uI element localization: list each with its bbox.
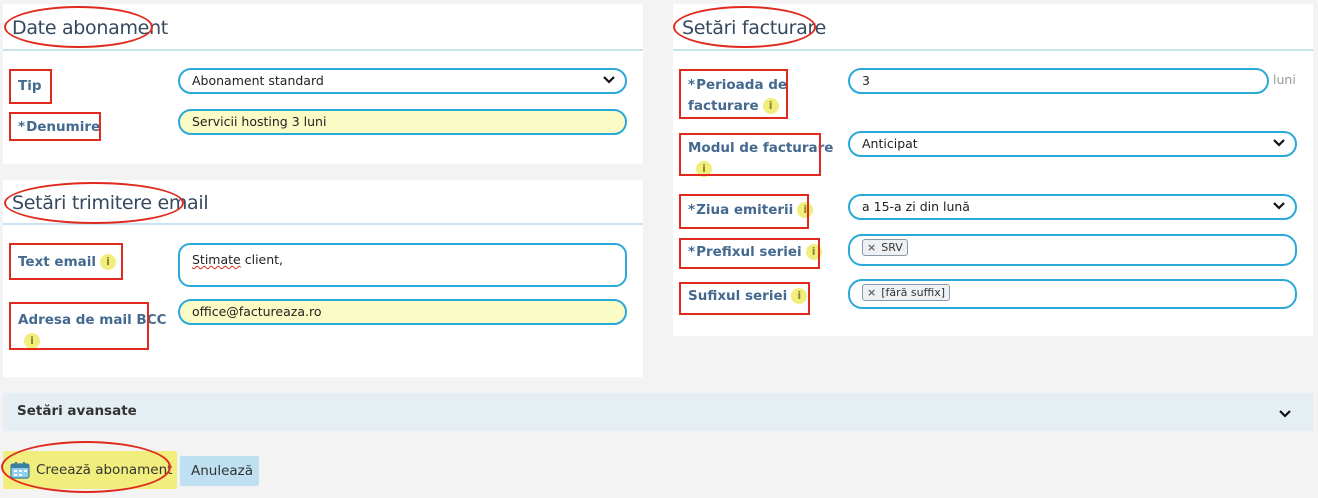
name-label-text: Denumire [26, 119, 101, 135]
bcc-label: Adresa de mail BCC i [18, 310, 167, 352]
info-icon[interactable]: i [762, 98, 779, 114]
billing-settings-panel: Setări facturare *Perioada de facturare i … [673, 4, 1313, 336]
billing-mode-label-text: Modul de facturare [688, 140, 834, 156]
email-text-label-text: Text email [18, 254, 97, 270]
type-select[interactable]: Abonament standard [178, 68, 627, 94]
issue-day-label-text: Ziua emiterii [696, 202, 794, 218]
prefix-tag: × SRV [862, 239, 908, 256]
required-mark: * [688, 244, 696, 260]
info-icon[interactable]: i [100, 254, 117, 270]
tag-remove-icon[interactable]: × [867, 285, 876, 300]
billing-section-title: Setări facturare [682, 17, 826, 39]
create-subscription-button[interactable]: Creează abonament [3, 451, 177, 489]
series-suffix-label-text: Sufixul seriei [688, 288, 788, 304]
calendar-icon [10, 461, 30, 479]
type-label: Tip [18, 78, 42, 94]
email-settings-panel: Setări trimitere email Text email i Stima… [3, 180, 643, 377]
bcc-label-text: Adresa de mail BCC [18, 312, 167, 328]
email-section-title: Setări trimitere email [12, 192, 209, 214]
series-suffix-label: Sufixul seriei i [688, 286, 808, 307]
issue-day-select[interactable]: a 15-a zi din lună [848, 194, 1297, 220]
email-text-label: Text email i [18, 252, 117, 273]
chevron-down-icon [603, 76, 615, 84]
period-unit: luni [1273, 72, 1296, 87]
chevron-down-icon [1273, 139, 1285, 147]
create-subscription-label: Creează abonament [36, 462, 173, 478]
bcc-input[interactable]: office@factureaza.ro [178, 299, 627, 325]
info-icon[interactable]: i [797, 202, 814, 218]
advanced-settings-toggle[interactable]: Setări avansate [3, 393, 1313, 431]
billing-mode-label: Modul de facturare i [688, 138, 833, 180]
required-mark: * [18, 119, 26, 135]
subscription-panel: Date abonament Tip Abonament standard *D… [3, 4, 643, 164]
billing-mode-value: Anticipat [862, 136, 918, 151]
info-icon[interactable]: i [696, 161, 712, 177]
required-mark: * [688, 77, 696, 93]
chevron-down-icon [1273, 202, 1285, 210]
name-input[interactable]: Servicii hosting 3 luni [178, 109, 627, 135]
cancel-button[interactable]: Anulează [180, 456, 259, 486]
advanced-settings-label: Setări avansate [17, 403, 137, 419]
section-divider [3, 223, 643, 225]
email-text-rest: client, [240, 252, 284, 267]
period-label-line2: facturare [688, 98, 759, 114]
period-input[interactable]: 3 [848, 68, 1269, 94]
required-mark: * [688, 202, 696, 218]
info-icon[interactable]: i [805, 244, 822, 260]
email-text-textarea[interactable]: Stimate client, [178, 243, 627, 287]
name-label: *Denumire [18, 117, 100, 138]
section-divider [3, 49, 643, 51]
period-label-line1: Perioada de [696, 77, 788, 93]
issue-day-label: *Ziua emiterii i [688, 200, 814, 221]
info-icon[interactable]: i [24, 333, 40, 349]
section-divider [673, 49, 1313, 51]
series-prefix-tag-input[interactable]: × SRV [848, 234, 1297, 266]
info-icon[interactable]: i [791, 288, 808, 304]
suffix-tag-label: [fără suffix] [881, 286, 946, 299]
email-text-word: Stimate [192, 252, 241, 267]
series-suffix-tag-input[interactable]: × [fără suffix] [848, 279, 1297, 309]
issue-day-value: a 15-a zi din lună [862, 199, 970, 214]
period-label: *Perioada de facturare i [688, 75, 787, 117]
suffix-tag: × [fără suffix] [862, 284, 951, 301]
chevron-down-icon [1279, 405, 1291, 423]
tag-remove-icon[interactable]: × [867, 240, 876, 255]
cancel-label: Anulează [191, 463, 254, 479]
subscription-section-title: Date abonament [12, 17, 168, 39]
series-prefix-label-text: Prefixul seriei [696, 244, 802, 260]
prefix-tag-label: SRV [881, 241, 903, 254]
type-select-value: Abonament standard [192, 73, 324, 88]
billing-mode-select[interactable]: Anticipat [848, 131, 1297, 157]
series-prefix-label: *Prefixul seriei i [688, 242, 822, 263]
